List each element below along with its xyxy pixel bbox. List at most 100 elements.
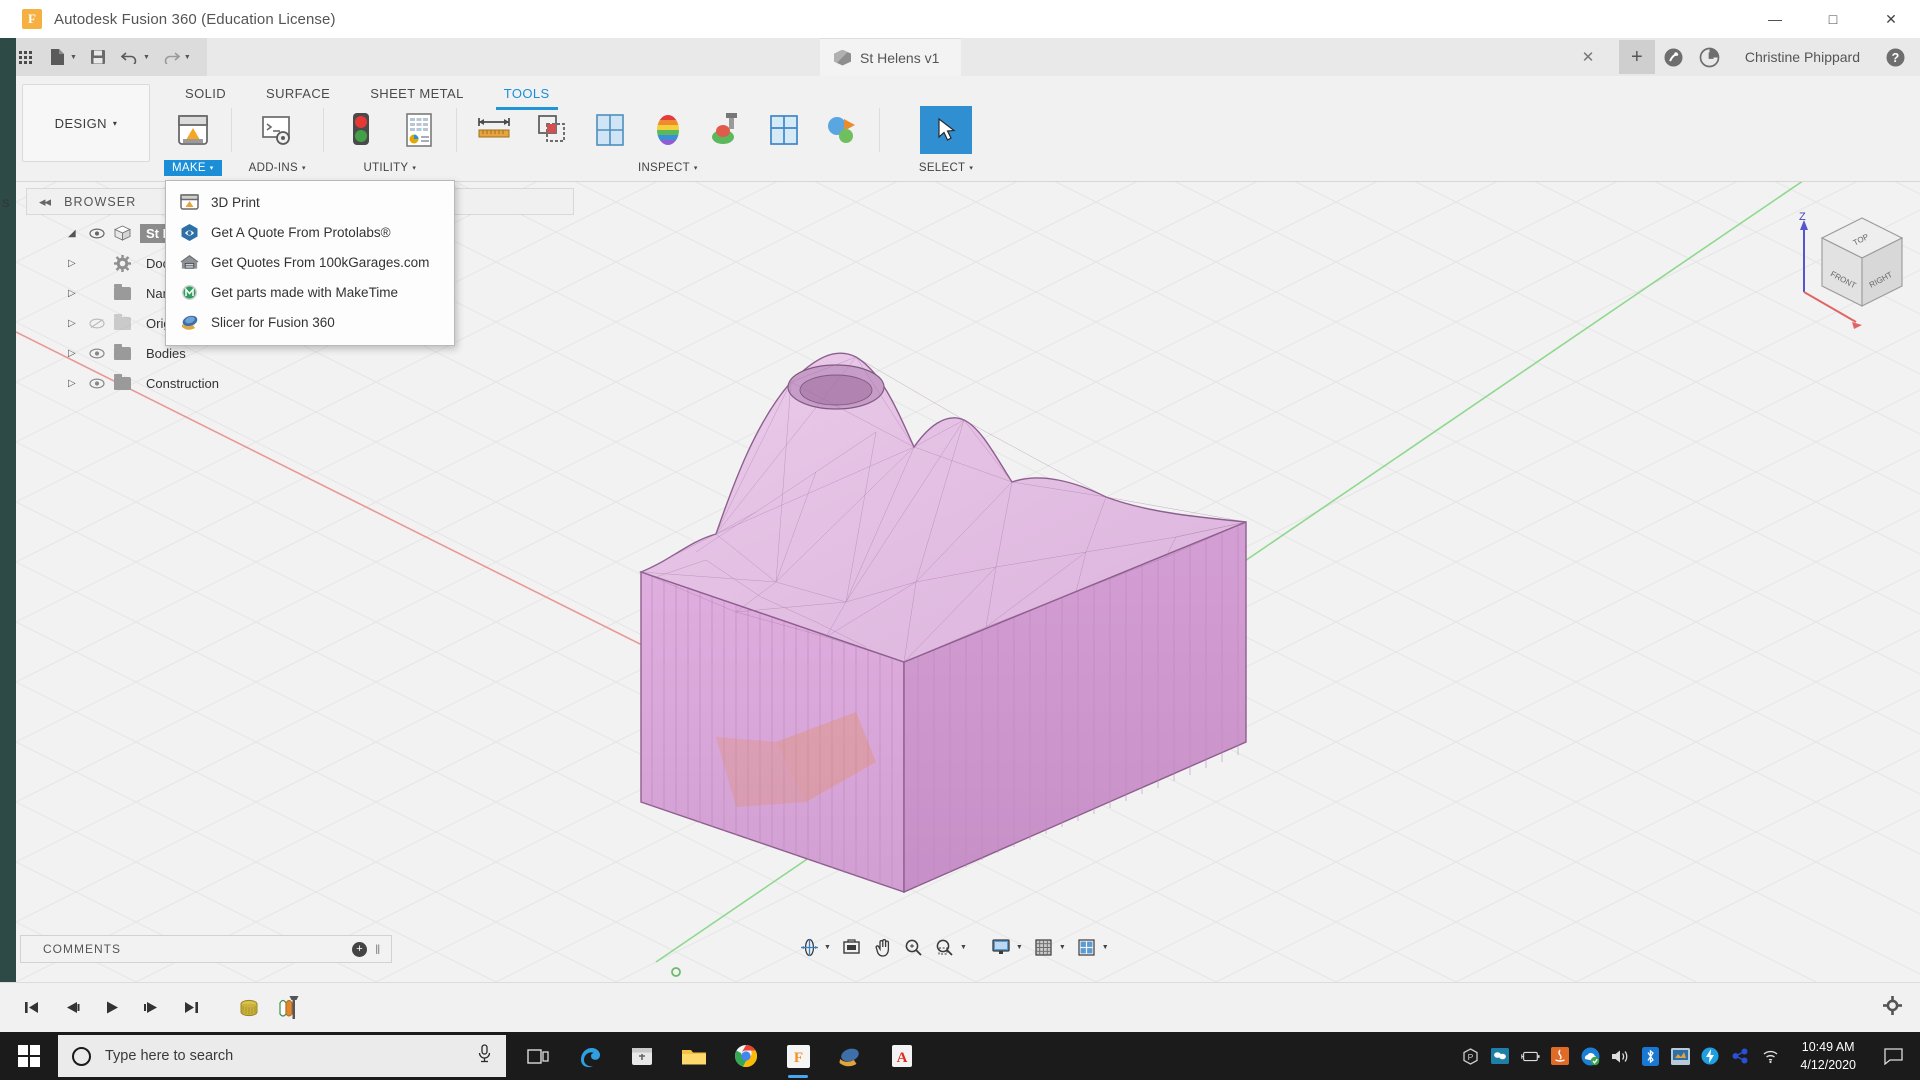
store-icon[interactable] <box>618 1032 666 1080</box>
menu-item-protolabs-quote[interactable]: Get A Quote From Protolabs® <box>166 217 454 247</box>
panel-addins-label[interactable]: ADD-INS ▾ <box>241 160 314 176</box>
play-icon[interactable] <box>96 993 126 1023</box>
new-file-icon[interactable] <box>42 42 72 72</box>
panel-utility-label[interactable]: UTILITY ▾ <box>355 160 424 176</box>
messaging-icon[interactable] <box>1490 1046 1510 1066</box>
comments-resize-handle[interactable]: ‖ <box>375 942 383 957</box>
recent-activity-icon[interactable] <box>1693 40 1727 74</box>
spreadsheet-icon[interactable] <box>391 106 447 154</box>
new-file-caret-icon[interactable]: ▼ <box>70 54 77 61</box>
orbit-icon[interactable] <box>795 934 823 960</box>
visibility-eye-icon[interactable] <box>88 378 105 389</box>
jump-to-beginning-icon[interactable] <box>16 993 46 1023</box>
expand-arrow-icon[interactable]: ▷ <box>68 258 80 269</box>
minimize-button[interactable]: — <box>1746 0 1804 38</box>
step-forward-icon[interactable] <box>136 993 166 1023</box>
display-settings-caret-icon[interactable]: ▼ <box>1016 944 1023 951</box>
curvature-comb-icon[interactable] <box>698 106 754 154</box>
expand-arrow-icon[interactable]: ▷ <box>68 318 80 329</box>
expand-arrow-icon[interactable]: ▷ <box>68 348 80 359</box>
zoom-window-icon[interactable] <box>931 934 959 960</box>
user-name-label[interactable]: Christine Phippard <box>1729 49 1876 65</box>
tab-surface[interactable]: SURFACE <box>246 80 350 108</box>
search-input[interactable]: Type here to search <box>58 1035 506 1077</box>
acrobat-icon[interactable]: A <box>878 1032 926 1080</box>
flash-icon[interactable] <box>1700 1046 1720 1066</box>
extrude-feature-icon[interactable] <box>234 993 264 1023</box>
panel-make-label[interactable]: MAKE ▾ <box>164 160 222 176</box>
file-explorer-icon[interactable] <box>670 1032 718 1080</box>
java-icon[interactable] <box>1550 1046 1570 1066</box>
add-comment-icon[interactable]: + <box>352 942 367 957</box>
jump-to-end-icon[interactable] <box>176 993 206 1023</box>
redo-icon[interactable] <box>156 42 186 72</box>
workspace-selector[interactable]: DESIGN ▾ <box>22 84 150 162</box>
orbit-caret-icon[interactable]: ▼ <box>824 944 831 951</box>
volume-icon[interactable] <box>1610 1046 1630 1066</box>
expand-arrow-icon[interactable]: ▷ <box>68 378 80 389</box>
traffic-light-icon[interactable] <box>333 106 389 154</box>
display-settings-icon[interactable] <box>987 934 1015 960</box>
wifi-icon[interactable] <box>1760 1046 1780 1066</box>
menu-item-3d-print[interactable]: 3D Print <box>166 187 454 217</box>
zebra-icon[interactable] <box>640 106 696 154</box>
tab-solid[interactable]: SOLID <box>165 80 246 108</box>
onedrive-icon[interactable] <box>1580 1046 1600 1066</box>
scripts-addins-icon[interactable] <box>249 106 305 154</box>
look-at-icon[interactable] <box>838 934 866 960</box>
menu-item-100kgarages-quote[interactable]: Get Quotes From 100kGarages.com <box>166 247 454 277</box>
mesh-feature-icon[interactable] <box>274 993 304 1023</box>
panel-inspect-label[interactable]: INSPECT ▾ <box>630 160 706 176</box>
3d-print-icon[interactable] <box>165 106 221 154</box>
visibility-eye-icon[interactable] <box>88 348 105 359</box>
edge-icon[interactable] <box>566 1032 614 1080</box>
browser-collapse-icon[interactable]: ◂◂ <box>39 194 50 210</box>
tab-tools[interactable]: TOOLS <box>484 80 570 108</box>
taskbar-clock[interactable]: 10:49 AM 4/12/2020 <box>1790 1038 1866 1074</box>
start-button[interactable] <box>0 1032 58 1080</box>
new-tab-button[interactable]: + <box>1619 40 1655 74</box>
bluetooth-icon[interactable] <box>1640 1046 1660 1066</box>
zoom-icon[interactable] <box>900 934 928 960</box>
notifications-icon[interactable] <box>1876 1032 1910 1080</box>
viewports-caret-icon[interactable]: ▼ <box>1102 944 1109 951</box>
comments-bar[interactable]: COMMENTS + ‖ <box>20 935 392 963</box>
pan-icon[interactable] <box>869 934 897 960</box>
section-analysis-icon[interactable] <box>582 106 638 154</box>
chrome-icon[interactable] <box>722 1032 770 1080</box>
undo-caret-icon[interactable]: ▼ <box>143 54 150 61</box>
viewports-icon[interactable] <box>1073 934 1101 960</box>
battery-icon[interactable] <box>1520 1046 1540 1066</box>
timeline-settings-icon[interactable] <box>1883 996 1902 1020</box>
visibility-eye-off-icon[interactable] <box>88 318 105 329</box>
step-back-icon[interactable] <box>56 993 86 1023</box>
job-status-icon[interactable] <box>1657 40 1691 74</box>
maximize-button[interactable]: □ <box>1804 0 1862 38</box>
task-view-icon[interactable] <box>514 1032 562 1080</box>
interference-icon[interactable] <box>524 106 580 154</box>
menu-item-slicer[interactable]: Slicer for Fusion 360 <box>166 307 454 337</box>
measure-icon[interactable] <box>466 106 522 154</box>
display-icon[interactable] <box>1670 1046 1690 1066</box>
pushbullet-icon[interactable]: P <box>1460 1046 1480 1066</box>
document-tab[interactable]: St Helens v1 <box>820 38 961 76</box>
tab-sheet-metal[interactable]: SHEET METAL <box>350 80 484 108</box>
select-cursor-icon[interactable] <box>920 106 972 154</box>
expand-arrow-icon[interactable]: ▷ <box>68 288 80 299</box>
drawing-icon[interactable] <box>814 106 870 154</box>
zoom-window-caret-icon[interactable]: ▼ <box>960 944 967 951</box>
grid-snaps-caret-icon[interactable]: ▼ <box>1059 944 1066 951</box>
expand-arrow-icon[interactable]: ◢ <box>68 228 80 239</box>
slicer-icon[interactable] <box>826 1032 874 1080</box>
tree-item-construction[interactable]: ▷ Construction <box>26 368 326 398</box>
visibility-eye-icon[interactable] <box>88 228 105 239</box>
panel-select-label[interactable]: SELECT ▾ <box>911 160 981 176</box>
network-share-icon[interactable] <box>1730 1046 1750 1066</box>
grid-snaps-icon[interactable] <box>1030 934 1058 960</box>
close-button[interactable]: ✕ <box>1862 0 1920 38</box>
menu-item-maketime[interactable]: Get parts made with MakeTime <box>166 277 454 307</box>
undo-icon[interactable] <box>115 42 145 72</box>
redo-caret-icon[interactable]: ▼ <box>184 54 191 61</box>
save-icon[interactable] <box>83 42 113 72</box>
display-icon[interactable] <box>756 106 812 154</box>
